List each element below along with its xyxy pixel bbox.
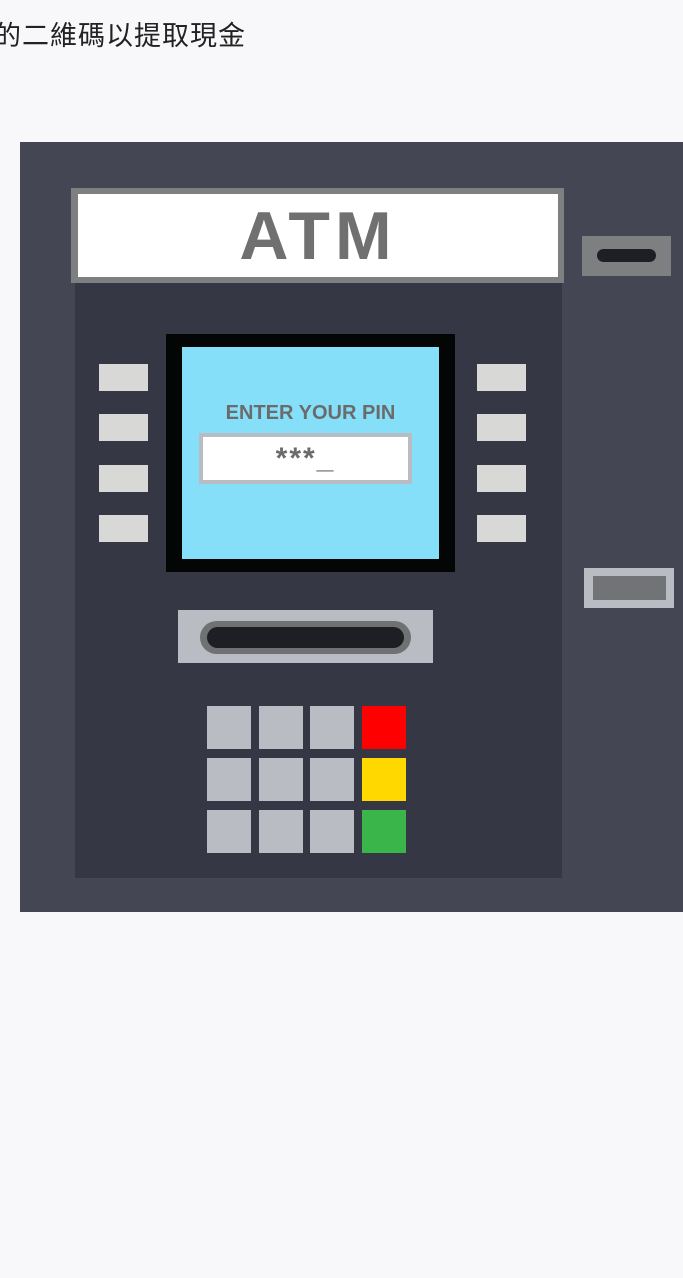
keypad-key-3[interactable] [310, 706, 354, 749]
pin-prompt: ENTER YOUR PIN [225, 402, 396, 424]
pin-input[interactable]: ***_ [199, 433, 412, 484]
cash-dispenser-opening [593, 576, 666, 600]
keypad-key-6[interactable] [310, 758, 354, 801]
keypad-key-9[interactable] [310, 810, 354, 853]
atm-sign: ATM [78, 194, 558, 277]
keypad-clear-key[interactable] [362, 758, 406, 801]
screen-right-key-3[interactable] [477, 465, 526, 492]
screen-left-key-1[interactable] [99, 364, 148, 391]
keypad-key-2[interactable] [259, 706, 303, 749]
keypad-key-4[interactable] [207, 758, 251, 801]
screen-right-key-4[interactable] [477, 515, 526, 542]
atm-sign-text: ATM [239, 197, 397, 274]
keypad-key-1[interactable] [207, 706, 251, 749]
card-slot-opening [207, 627, 404, 648]
screen-left-key-4[interactable] [99, 515, 148, 542]
screen-right-key-1[interactable] [477, 364, 526, 391]
receipt-slot-opening [597, 249, 656, 262]
keypad-key-5[interactable] [259, 758, 303, 801]
instruction-text: 的二維碼以提取現金 [0, 21, 246, 52]
screen-left-key-3[interactable] [99, 465, 148, 492]
screen-left-key-2[interactable] [99, 414, 148, 441]
keypad-key-7[interactable] [207, 810, 251, 853]
keypad-cancel-key[interactable] [362, 706, 406, 749]
screen-right-key-2[interactable] [477, 414, 526, 441]
keypad-key-8[interactable] [259, 810, 303, 853]
keypad-enter-key[interactable] [362, 810, 406, 853]
